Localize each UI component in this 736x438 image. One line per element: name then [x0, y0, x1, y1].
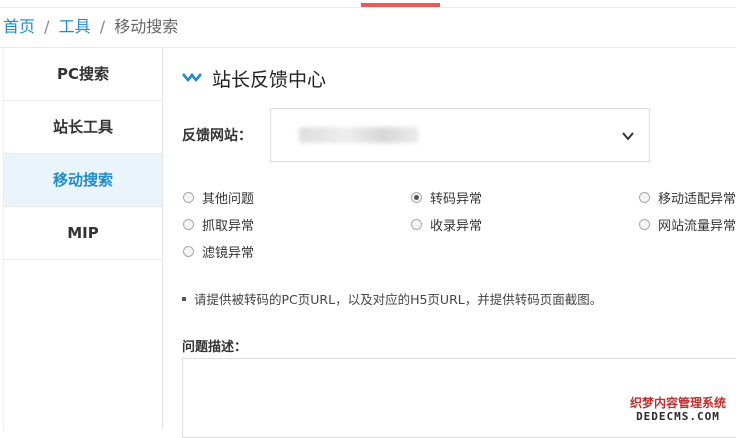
- page-title: 站长反馈中心: [212, 68, 327, 91]
- breadcrumb-separator: /: [99, 17, 106, 36]
- radio-icon[interactable]: [639, 219, 650, 230]
- radio-icon[interactable]: [639, 192, 650, 203]
- site-row: 反馈网站：: [182, 108, 650, 162]
- sidebar-item-pc-search[interactable]: PC搜索: [4, 48, 162, 101]
- double-chevron-icon: [182, 73, 202, 83]
- main-content: 站长反馈中心 反馈网站： 其他问题 转码异常 移动适配异常 抓取异常 收录异常 …: [162, 48, 736, 438]
- breadcrumb-separator: /: [44, 17, 50, 36]
- issue-option-label: 移动适配异常: [658, 192, 736, 207]
- sidebar-item-webmaster-tools[interactable]: 站长工具: [4, 101, 162, 154]
- sidebar: PC搜索 站长工具 移动搜索 MIP: [3, 48, 163, 430]
- bullet-icon: [182, 296, 186, 301]
- radio-checked-icon[interactable]: [411, 192, 422, 203]
- active-nav-indicator: [361, 3, 440, 7]
- breadcrumb-tools-link[interactable]: 工具: [59, 17, 91, 36]
- issue-option-filter[interactable]: 滤镜异常: [183, 242, 254, 261]
- watermark-line2: DEDECMS.COM: [636, 410, 720, 423]
- issue-option-label: 转码异常: [430, 192, 483, 207]
- issue-option-label: 收录异常: [430, 219, 483, 234]
- breadcrumb: 首页 / 工具 / 移动搜索: [3, 15, 178, 39]
- sidebar-item-mip[interactable]: MIP: [4, 207, 162, 260]
- radio-icon[interactable]: [183, 192, 194, 203]
- breadcrumb-current: 移动搜索: [114, 17, 179, 36]
- breadcrumb-home-link[interactable]: 首页: [3, 17, 35, 36]
- issue-option-label: 滤镜异常: [202, 246, 255, 261]
- issue-option-crawl[interactable]: 抓取异常: [183, 215, 254, 234]
- radio-icon[interactable]: [411, 219, 422, 230]
- description-label: 问题描述：: [182, 340, 248, 355]
- watermark-line1: 织梦内容管理系统: [629, 396, 726, 410]
- chevron-down-icon: [622, 132, 634, 141]
- site-selected-value: [299, 127, 419, 143]
- radio-icon[interactable]: [183, 246, 194, 257]
- issue-option-label: 其他问题: [202, 192, 255, 207]
- sidebar-item-mobile-search[interactable]: 移动搜索: [4, 154, 162, 207]
- issue-option-index[interactable]: 收录异常: [411, 215, 482, 234]
- watermark-logo: 织梦内容管理系统 DEDECMS.COM: [630, 396, 726, 424]
- hint-text-content: 请提供被转码的PC页URL，以及对应的H5页URL，并提供转码页面截图。: [194, 292, 603, 307]
- radio-icon[interactable]: [183, 219, 194, 230]
- issue-option-label: 网站流量异常: [658, 219, 736, 234]
- issue-option-other[interactable]: 其他问题: [183, 188, 254, 207]
- issue-option-mobile-adapt[interactable]: 移动适配异常: [639, 188, 736, 207]
- hint-text: 请提供被转码的PC页URL，以及对应的H5页URL，并提供转码页面截图。: [182, 289, 602, 308]
- site-select[interactable]: [270, 108, 650, 162]
- issue-option-label: 抓取异常: [202, 219, 255, 234]
- section-header: 站长反馈中心: [182, 64, 326, 92]
- issue-option-traffic[interactable]: 网站流量异常: [639, 215, 736, 234]
- issue-option-transcode[interactable]: 转码异常: [411, 188, 482, 207]
- site-label: 反馈网站：: [182, 128, 252, 144]
